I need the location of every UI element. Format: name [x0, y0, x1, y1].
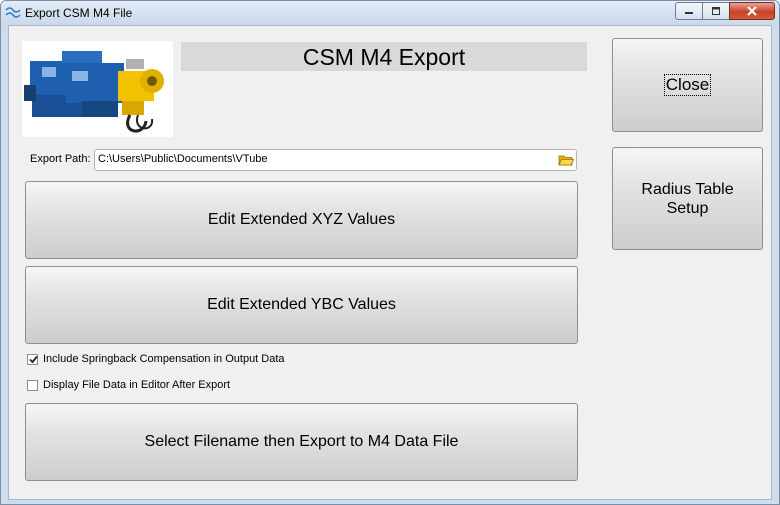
close-label: Close	[663, 74, 712, 96]
close-x-icon	[747, 6, 757, 16]
page-title: CSM M4 Export	[302, 44, 466, 70]
springback-option[interactable]: Include Springback Compensation in Outpu…	[27, 353, 285, 365]
export-to-m4-label: Select Filename then Export to M4 Data F…	[144, 433, 459, 450]
title-bar[interactable]: Export CSM M4 File	[1, 1, 779, 25]
minimize-icon	[685, 12, 693, 14]
tube-bender-machine-photo	[22, 41, 173, 137]
springback-checkbox[interactable]	[27, 353, 38, 365]
window-close-button[interactable]	[729, 2, 775, 20]
edit-extended-ybc-button[interactable]: Edit Extended YBC Values	[25, 266, 578, 344]
radius-label-line2: Setup	[666, 199, 709, 217]
radius-label-line1: Radius Table	[641, 180, 734, 198]
tube-wave-icon	[5, 7, 21, 18]
export-path-value: C:\Users\Public\Documents\VTube	[98, 153, 268, 165]
maximize-button[interactable]	[702, 2, 730, 20]
display-in-editor-label: Display File Data in Editor After Export	[43, 379, 231, 391]
export-to-m4-button[interactable]: Select Filename then Export to M4 Data F…	[25, 403, 578, 481]
export-path-input[interactable]: C:\Users\Public\Documents\VTube	[94, 149, 577, 171]
edit-extended-ybc-label: Edit Extended YBC Values	[207, 296, 396, 313]
export-csm-m4-window: Export CSM M4 File CSM M4 Export Export …	[0, 0, 780, 505]
minimize-button[interactable]	[675, 2, 703, 20]
header-band: CSM M4 Export	[181, 42, 587, 71]
radius-table-setup-label: Radius Table Setup	[641, 180, 733, 218]
edit-extended-xyz-button[interactable]: Edit Extended XYZ Values	[25, 181, 578, 259]
folder-open-icon[interactable]	[558, 153, 574, 167]
window-title: Export CSM M4 File	[25, 6, 133, 20]
springback-label: Include Springback Compensation in Outpu…	[43, 353, 285, 365]
close-button[interactable]: Close	[612, 38, 763, 132]
edit-extended-xyz-label: Edit Extended XYZ Values	[207, 211, 396, 228]
export-path-label: Export Path:	[30, 153, 91, 165]
maximize-icon	[712, 7, 720, 15]
display-in-editor-option[interactable]: Display File Data in Editor After Export	[27, 379, 230, 391]
radius-table-setup-button[interactable]: Radius Table Setup	[612, 147, 763, 250]
checkmark-icon	[29, 355, 38, 363]
machine-illustration	[24, 51, 164, 133]
display-in-editor-checkbox[interactable]	[27, 379, 38, 391]
dialog-body: CSM M4 Export Export Path: C:\Users\Publ…	[8, 25, 772, 500]
